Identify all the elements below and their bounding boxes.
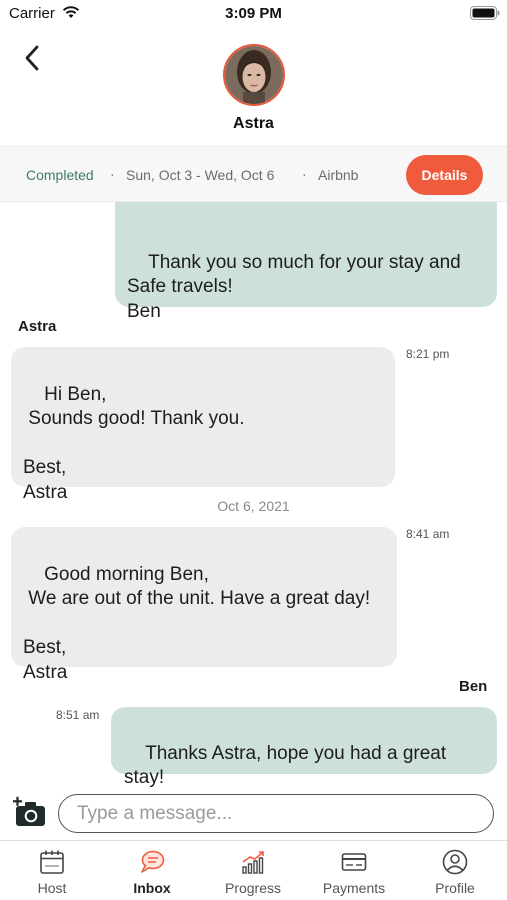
add-photo-camera-icon[interactable] [13,796,47,828]
tab-host[interactable]: Host [2,841,102,900]
message-list[interactable]: Thank you so much for your stay and Safe… [0,202,507,790]
tab-label: Profile [435,880,475,896]
separator-dot: · [110,166,115,182]
tab-progress[interactable]: Progress [203,841,303,900]
booking-platform: Airbnb [318,167,359,183]
tab-label: Payments [322,880,386,896]
tab-payments[interactable]: Payments [304,841,404,900]
incoming-message-bubble: Hi Ben, Sounds good! Thank you. Best, As… [11,347,395,503]
sender-name: Astra [18,318,57,335]
message-timestamp: 8:41 am [406,527,450,541]
calendar-icon [40,850,64,874]
message-composer [0,790,507,840]
tab-label: Host [37,880,67,896]
incoming-message-bubble: Good morning Ben, We are out of the unit… [11,527,397,683]
details-button[interactable]: Details [406,155,483,195]
payment-card-icon [341,853,367,871]
booking-dates: Sun, Oct 3 - Wed, Oct 6 [126,167,275,183]
status-time: 3:09 PM [225,5,282,22]
tab-profile[interactable]: Profile [405,841,505,900]
outgoing-message-bubble: Thanks Astra, hope you had a great stay! [111,707,497,788]
tab-label: Inbox [133,880,171,896]
message-text: Hi Ben, Sounds good! Thank you. Best, As… [23,383,245,503]
bottom-tab-bar: Host Inbox Progress Payments Profile [0,840,507,900]
battery-icon [470,6,500,20]
message-text: Good morning Ben, We are out of the unit… [23,563,371,683]
booking-summary-bar: Completed · Sun, Oct 3 - Wed, Oct 6 · Ai… [0,146,507,202]
message-text: Thank you so much for your stay and Safe… [127,251,461,322]
message-timestamp: 8:51 am [56,708,100,722]
avatar[interactable] [223,44,285,106]
progress-chart-icon [242,851,264,874]
chat-icon [141,850,165,873]
message-timestamp: 8:21 pm [406,347,450,361]
date-divider: Oct 6, 2021 [217,498,290,514]
chat-header: Astra [0,28,507,146]
avatar-portrait-icon [225,46,283,104]
separator-dot: · [302,166,307,182]
contact-name: Astra [233,115,274,132]
message-text: Thanks Astra, hope you had a great stay! [124,742,447,789]
outgoing-message-bubble: Thank you so much for your stay and Safe… [115,202,497,322]
booking-status: Completed [26,167,94,183]
profile-icon [442,849,468,875]
status-bar: Carrier 3:09 PM [0,0,507,28]
sender-name: Ben [459,678,488,695]
back-chevron-icon[interactable] [18,42,46,74]
tab-label: Progress [224,880,282,896]
tab-inbox[interactable]: Inbox [102,841,202,900]
message-input[interactable] [58,794,494,833]
